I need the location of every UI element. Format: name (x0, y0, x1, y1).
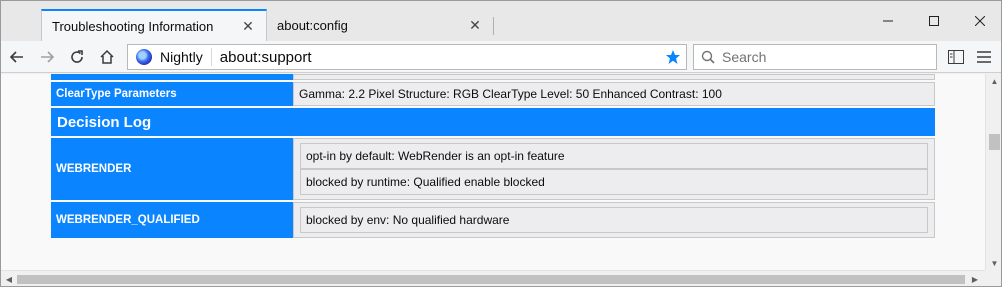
scroll-down-icon[interactable]: ▼ (986, 256, 1001, 270)
reload-icon (71, 50, 83, 63)
tab-title: about:config (277, 17, 348, 33)
tab-about-config[interactable]: about:config ✕ (267, 9, 493, 41)
log-entry: opt-in by default: WebRender is an opt-i… (300, 143, 928, 169)
horizontal-scrollbar[interactable]: ◀ ▶ (1, 270, 985, 286)
search-icon (694, 50, 722, 64)
identity-box[interactable]: Nightly (128, 48, 212, 66)
maximize-button[interactable] (911, 7, 957, 35)
reload-button[interactable] (65, 45, 89, 69)
tab-separator (493, 17, 494, 35)
home-icon (100, 49, 114, 64)
hamburger-icon (977, 51, 991, 63)
table-row-webrender-qualified: WEBRENDER_QUALIFIED blocked by env: No q… (51, 202, 935, 238)
nightly-logo-icon (136, 49, 152, 65)
sidebar-toggle-button[interactable] (945, 46, 967, 68)
scroll-left-icon[interactable]: ◀ (1, 271, 17, 286)
search-bar[interactable]: Search (693, 44, 937, 70)
table-row-cleartype: ClearType Parameters Gamma: 2.2 Pixel St… (51, 82, 935, 106)
url-bar[interactable]: Nightly about:support (127, 44, 687, 70)
close-icon (975, 16, 985, 26)
table-row-webrender: WEBRENDER opt-in by default: WebRender i… (51, 138, 935, 200)
tab-title: Troubleshooting Information (52, 19, 214, 34)
log-entry: blocked by env: No qualified hardware (300, 207, 928, 233)
section-header-decision-log: Decision Log (51, 108, 935, 136)
vertical-scrollbar[interactable]: ▲ ▼ (985, 74, 1001, 270)
forward-arrow-icon (41, 51, 55, 63)
home-button[interactable] (95, 45, 119, 69)
row-value: Gamma: 2.2 Pixel Structure: RGB ClearTyp… (293, 82, 935, 106)
forward-button[interactable] (35, 45, 59, 69)
close-tab-icon[interactable]: ✕ (240, 18, 256, 35)
bookmark-star-icon[interactable] (660, 45, 686, 69)
vertical-scroll-thumb[interactable] (989, 134, 1000, 150)
back-button[interactable] (5, 45, 29, 69)
row-key: WEBRENDER (51, 138, 293, 200)
scroll-up-icon[interactable]: ▲ (986, 74, 1001, 88)
maximize-icon (929, 16, 939, 26)
nav-toolbar: Nightly about:support Search (1, 41, 1001, 73)
horizontal-scroll-thumb[interactable] (17, 275, 965, 284)
tab-troubleshooting[interactable]: Troubleshooting Information ✕ (41, 9, 267, 42)
tab-strip: Troubleshooting Information ✕ about:conf… (1, 1, 1001, 42)
scroll-right-icon[interactable]: ▶ (967, 271, 983, 286)
page-content: ClearType Parameters Gamma: 2.2 Pixel St… (1, 74, 985, 270)
scrollbar-corner (985, 270, 1001, 286)
browser-brand: Nightly (160, 49, 203, 65)
row-key: ClearType Parameters (51, 82, 293, 106)
table-row (51, 74, 935, 80)
row-key: WEBRENDER_QUALIFIED (51, 202, 293, 238)
close-window-button[interactable] (957, 7, 1001, 35)
close-tab-icon[interactable]: ✕ (467, 17, 483, 33)
browser-window: Troubleshooting Information ✕ about:conf… (0, 0, 1002, 287)
search-placeholder: Search (722, 49, 767, 65)
sidebar-icon (948, 50, 964, 64)
minimize-button[interactable] (865, 7, 911, 35)
row-value-group: opt-in by default: WebRender is an opt-i… (293, 138, 935, 200)
log-entry: blocked by runtime: Qualified enable blo… (300, 169, 928, 195)
back-arrow-icon (9, 51, 23, 63)
hamburger-menu-button[interactable] (973, 46, 995, 68)
row-value (293, 74, 935, 80)
row-value-group: blocked by env: No qualified hardware (293, 202, 935, 238)
row-key (51, 74, 293, 80)
url-text[interactable]: about:support (212, 49, 660, 66)
minimize-icon (883, 20, 893, 22)
